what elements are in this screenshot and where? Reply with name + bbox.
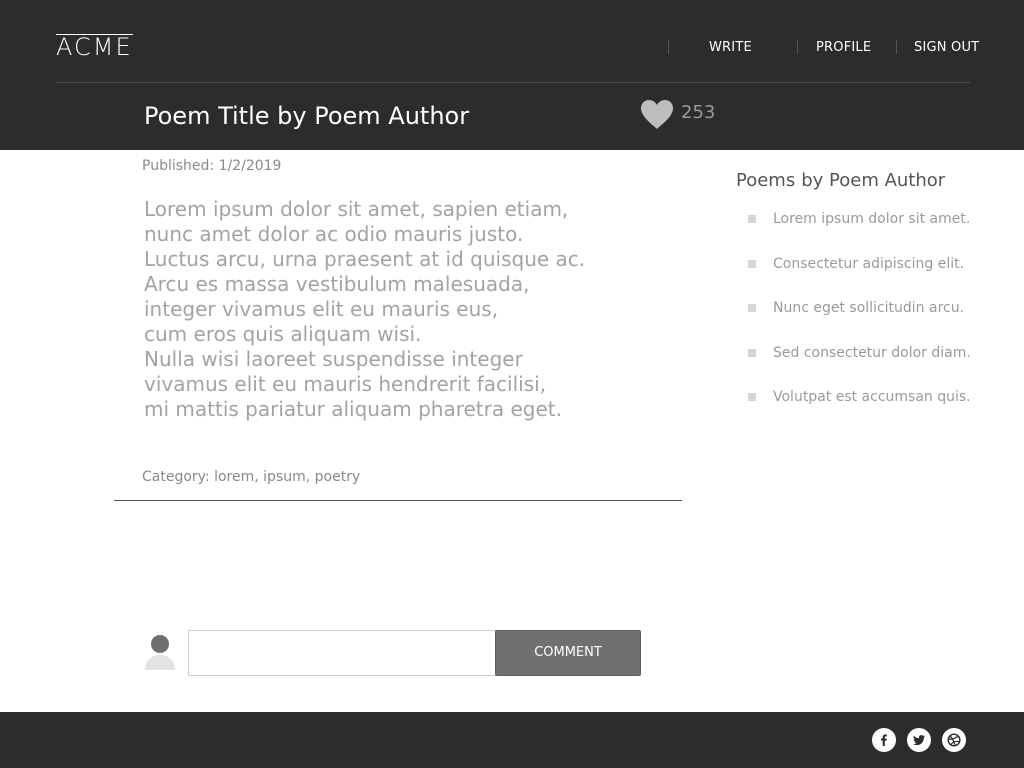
bullet-icon <box>748 215 756 223</box>
acme-logo[interactable]: ACME <box>56 33 133 61</box>
published-date: Published: 1/2/2019 <box>142 158 282 174</box>
sidebar-title-author: by Poem Author <box>801 170 946 191</box>
nav-profile-link[interactable]: PROFILE <box>816 40 871 56</box>
twitter-icon[interactable] <box>907 728 931 752</box>
poem-line: nunc amet dolor ac odio mauris justo. <box>144 222 524 246</box>
poem-line: Arcu es massa vestibulum malesuada, <box>144 272 530 296</box>
nav-write-link[interactable]: WRITE <box>709 40 752 56</box>
poem-category: Category: lorem, ipsum, poetry <box>142 469 361 485</box>
heart-icon[interactable] <box>639 98 675 130</box>
poem-line: cum eros quis aliquam wisi. <box>144 322 422 346</box>
dribbble-icon[interactable] <box>942 728 966 752</box>
bullet-icon <box>748 260 756 268</box>
like-count: 253 <box>681 102 716 123</box>
nav-divider <box>668 40 669 54</box>
poem-title: Poem Title by Poem Author <box>144 102 470 130</box>
poem-line: Nulla wisi laoreet suspendisse integer <box>144 347 523 371</box>
content-divider <box>114 500 682 501</box>
comment-button[interactable]: COMMENT <box>495 630 641 676</box>
header-divider <box>56 82 970 83</box>
sidebar-title-prefix: Poems <box>736 170 796 191</box>
site-footer <box>0 712 1024 768</box>
poem-line: Lorem ipsum dolor sit amet, sapien etiam… <box>144 197 569 221</box>
nav-sign-out-link[interactable]: SIGN OUT <box>914 40 979 56</box>
poem-line: integer vivamus elit eu mauris eus, <box>144 297 499 321</box>
sidebar-poem-label[interactable]: Lorem ipsum dolor sit amet. <box>773 210 970 228</box>
site-header: ACME WRITE PROFILE SIGN OUT Poem Title b… <box>0 0 1024 150</box>
sidebar-poem-label[interactable]: Sed consectetur dolor diam. <box>773 344 971 362</box>
user-avatar-icon <box>144 634 176 670</box>
poem-line: mi mattis pariatur aliquam pharetra eget… <box>144 397 562 421</box>
poem-line: vivamus elit eu mauris hendrerit facilis… <box>144 372 547 396</box>
nav-divider <box>896 40 897 54</box>
comment-input[interactable] <box>188 630 496 676</box>
sidebar-poem-label[interactable]: Consectetur adipiscing elit. <box>773 255 964 273</box>
facebook-icon[interactable] <box>872 728 896 752</box>
sidebar-poem-label[interactable]: Volutpat est accumsan quis. <box>773 388 971 406</box>
sidebar-poem-label[interactable]: Nunc eget sollicitudin arcu. <box>773 299 964 317</box>
bullet-icon <box>748 349 756 357</box>
poem-line: Luctus arcu, urna praesent at id quisque… <box>144 247 586 271</box>
sidebar-title: Poems by Poem Author <box>736 170 945 192</box>
bullet-icon <box>748 304 756 312</box>
bullet-icon <box>748 393 756 401</box>
poem-body: Lorem ipsum dolor sit amet, sapien etiam… <box>144 197 624 422</box>
nav-divider <box>797 40 798 54</box>
